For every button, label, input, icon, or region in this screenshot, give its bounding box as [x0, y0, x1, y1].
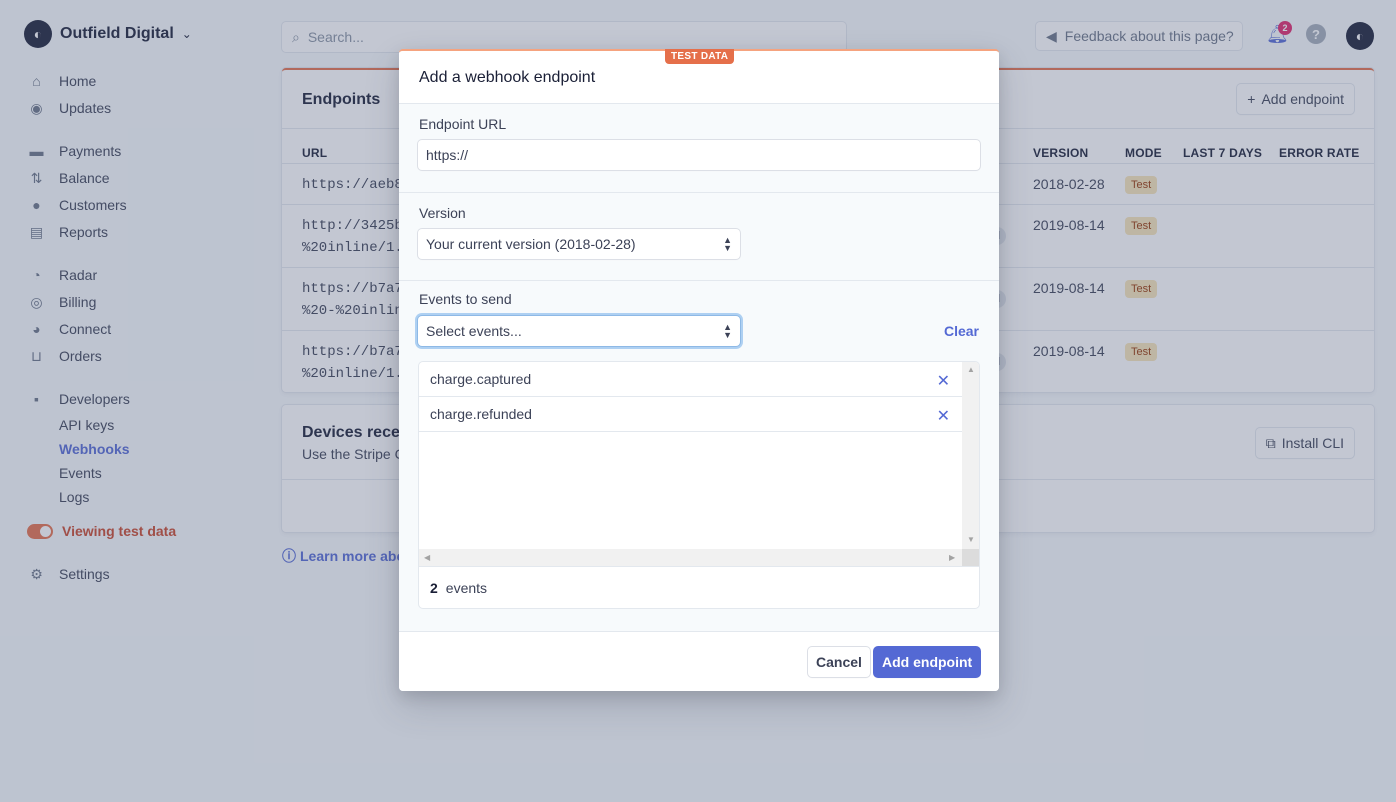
- add-endpoint-submit-button[interactable]: Add endpoint: [874, 647, 981, 677]
- scrollbar-corner: [962, 549, 979, 566]
- endpoint-url-input[interactable]: [418, 140, 980, 170]
- endpoint-url-label: Endpoint URL: [419, 116, 507, 132]
- chevron-updown-icon: ▲ ▼: [723, 322, 732, 340]
- version-select-value: Your current version (2018-02-28): [426, 236, 636, 252]
- list-item: charge.captured ✕: [419, 362, 962, 397]
- chevron-updown-icon: ▲ ▼: [723, 235, 732, 253]
- selected-events-list: charge.captured ✕ charge.refunded ✕ ▲ ▼ …: [419, 362, 979, 608]
- modal-title: Add a webhook endpoint: [419, 69, 596, 86]
- version-section: Version Your current version (2018-02-28…: [399, 193, 999, 281]
- close-icon[interactable]: ✕: [937, 406, 950, 426]
- events-label: Events to send: [419, 291, 512, 307]
- event-count-label: events: [445, 579, 488, 596]
- event-name: charge.captured: [430, 371, 532, 387]
- scroll-left-icon[interactable]: ◀: [424, 553, 430, 562]
- event-count-number: 2: [430, 579, 438, 596]
- version-label: Version: [419, 205, 466, 221]
- scroll-up-icon[interactable]: ▲: [967, 365, 975, 374]
- version-select[interactable]: Your current version (2018-02-28) ▲ ▼: [418, 229, 740, 259]
- event-name: charge.refunded: [430, 406, 532, 422]
- scroll-down-icon[interactable]: ▼: [967, 535, 975, 544]
- scroll-right-icon[interactable]: ▶: [949, 553, 955, 562]
- clear-events-link[interactable]: Clear: [944, 323, 979, 339]
- modal-footer: Cancel Add endpoint: [399, 631, 999, 691]
- endpoint-url-section: Endpoint URL: [399, 104, 999, 193]
- cancel-button[interactable]: Cancel: [808, 647, 870, 677]
- vertical-scrollbar[interactable]: ▲ ▼: [962, 362, 979, 549]
- events-select-placeholder: Select events...: [426, 323, 522, 339]
- list-item: charge.refunded ✕: [419, 397, 962, 432]
- add-webhook-modal: Add a webhook endpoint TEST DATA Endpoin…: [399, 49, 999, 691]
- test-data-tag: TEST DATA: [665, 49, 735, 64]
- close-icon[interactable]: ✕: [937, 371, 950, 391]
- event-count: 2 events: [419, 566, 979, 608]
- events-select[interactable]: Select events... ▲ ▼: [418, 316, 740, 346]
- horizontal-scrollbar[interactable]: ◀ ▶: [419, 549, 962, 566]
